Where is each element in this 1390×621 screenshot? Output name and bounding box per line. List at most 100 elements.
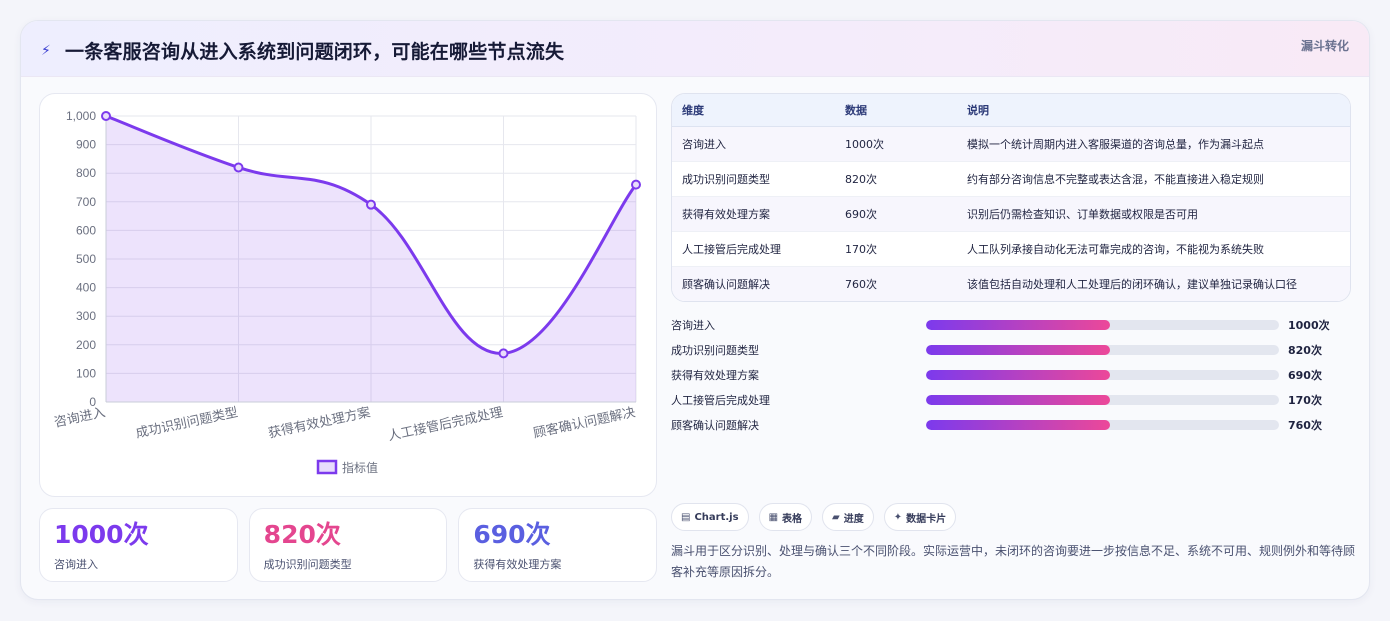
y-tick-label: 500 (76, 252, 96, 266)
progress-row: 获得有效处理方案 690次 (671, 363, 1351, 388)
table-cell: 识别后仍需检查知识、订单数据或权限是否可用 (957, 196, 1350, 232)
progress-value: 760次 (1288, 419, 1322, 432)
chip-data-card[interactable]: ✦ 数据卡片 (883, 503, 957, 531)
x-tick-label: 获得有效处理方案 (267, 404, 372, 441)
progress-row: 顾客确认问题解决 760次 (671, 413, 1351, 438)
data-point (233, 162, 244, 173)
column-header: 说明 (957, 94, 1350, 127)
kpi-label: 获得有效处理方案 (473, 558, 562, 571)
kpi-cards: 1000次 咨询进入 820次 成功识别问题类型 690次 获得有效处理方案 (39, 508, 658, 582)
kpi-value: 1000次 (54, 520, 149, 549)
table-row: 顾客确认问题解决 760次 该值包括自动处理和人工处理后的闭环确认，建议单独记录… (672, 266, 1350, 301)
y-tick-label: 700 (76, 195, 96, 209)
y-tick-label: 300 (76, 309, 96, 323)
column-header: 维度 (672, 94, 835, 127)
page-title: 一条客服咨询从进入系统到问题闭环，可能在哪些节点流失 (65, 41, 565, 63)
table-row: 咨询进入 1000次 模拟一个统计周期内进入客服渠道的咨询总量，作为漏斗起点 (672, 126, 1350, 162)
chip-label: Chart.js (694, 511, 739, 523)
progress-label: 顾客确认问题解决 (671, 419, 759, 432)
progress-icon: ▰ (832, 511, 840, 523)
funnel-card: ⚡ 一条客服咨询从进入系统到问题闭环，可能在哪些节点流失 漏斗转化 0 100 20… (20, 20, 1370, 600)
table-header-row: 维度 数据 说明 (672, 94, 1350, 127)
chip-label: 表格 (782, 513, 803, 525)
kpi-label: 成功识别问题类型 (263, 558, 352, 571)
kpi-card-1: 1000次 咨询进入 (39, 508, 238, 582)
progress-fill (926, 345, 1110, 355)
data-table-panel: 维度 数据 说明 咨询进入 1000次 模拟一个统计周期内进入客服渠道的咨询总量… (671, 93, 1351, 302)
progress-fill (926, 395, 1110, 405)
table-cell: 成功识别问题类型 (672, 161, 835, 197)
table-icon: ▦ (768, 511, 779, 523)
y-tick-label: 900 (76, 138, 96, 152)
kpi-label: 咨询进入 (54, 558, 98, 571)
chip-label: 进度 (843, 513, 864, 525)
progress-row: 成功识别问题类型 820次 (671, 338, 1351, 363)
progress-list: 咨询进入 1000次 成功识别问题类型 820次 获得有效处理方案 690次 人… (671, 313, 1351, 438)
table-row: 成功识别问题类型 820次 约有部分咨询信息不完整或表达含混，不能直接进入稳定规… (672, 161, 1350, 197)
chip-table[interactable]: ▦ 表格 (758, 503, 813, 531)
kpi-value: 820次 (263, 520, 341, 549)
progress-fill (926, 370, 1110, 380)
progress-value: 690次 (1288, 369, 1322, 382)
table-cell: 1000次 (835, 126, 957, 162)
chart-icon: ▤ (681, 511, 691, 523)
category-tag: 漏斗转化 (1300, 39, 1349, 53)
table-cell: 760次 (845, 277, 877, 291)
progress-value: 820次 (1288, 344, 1322, 357)
table-cell: 获得有效处理方案 (672, 196, 835, 232)
table-cell: 人工接管后完成处理 (672, 231, 835, 267)
table-cell: 820次 (835, 161, 957, 197)
chip-progress[interactable]: ▰ 进度 (822, 503, 874, 531)
data-point (101, 111, 111, 121)
line-chart-panel: 0 100 200 300 400 500 600 700 800 900 1,000 咨询进入 成功识… (39, 93, 657, 497)
table-row: 人工接管后完成处理 170次 人工队列承接自动化无法可靠完成的咨询，不能视为系统… (672, 231, 1350, 267)
y-tick-label: 800 (76, 166, 96, 180)
table-cell: 咨询进入 (672, 126, 835, 162)
feature-chips: ▤ Chart.js ▦ 表格 ▰ 进度 ✦ 数据卡片 (671, 503, 957, 531)
table-cell: 690次 (835, 196, 957, 232)
y-tick-label: 600 (76, 223, 96, 237)
chip-chartjs[interactable]: ▤ Chart.js (671, 503, 749, 531)
progress-track (926, 395, 1279, 405)
progress-row: 人工接管后完成处理 170次 (671, 388, 1351, 413)
table-cell: 170次 (835, 231, 957, 267)
table-cell: 该值包括自动处理和人工处理后的闭环确认，建议单独记录确认口径 (967, 277, 1297, 291)
data-table: 维度 数据 说明 咨询进入 1000次 模拟一个统计周期内进入客服渠道的咨询总量… (672, 94, 1350, 301)
progress-track (926, 345, 1279, 355)
progress-value: 170次 (1288, 394, 1322, 407)
y-tick-label: 400 (76, 281, 96, 295)
data-point (498, 348, 509, 359)
y-tick-label: 1,000 (66, 109, 96, 123)
kpi-value: 690次 (473, 520, 551, 549)
progress-label: 成功识别问题类型 (671, 344, 759, 357)
table-cell: 人工队列承接自动化无法可靠完成的咨询，不能视为系统失败 (957, 231, 1350, 267)
legend-swatch (316, 459, 338, 475)
title-wrap: ⚡ 一条客服咨询从进入系统到问题闭环，可能在哪些节点流失 (41, 37, 564, 64)
table-cell: 顾客确认问题解决 (682, 277, 770, 291)
x-tick-label: 咨询进入 (53, 405, 107, 430)
line-chart[interactable]: 01002003004005006007008009001,000咨询进入 成功识… (40, 94, 658, 498)
column-header: 数据 (835, 94, 957, 127)
card-header: ⚡ 一条客服咨询从进入系统到问题闭环，可能在哪些节点流失 漏斗转化 (21, 21, 1369, 77)
progress-label: 人工接管后完成处理 (671, 394, 770, 407)
kpi-card-3: 690次 获得有效处理方案 (458, 508, 658, 582)
lightning-icon: ⚡ (41, 42, 51, 59)
progress-value: 1000次 (1288, 319, 1330, 332)
y-tick-label: 200 (76, 338, 96, 352)
kpi-card-2: 820次 成功识别问题类型 (248, 508, 448, 582)
x-tick-label: 人工接管后完成处理 (387, 404, 505, 444)
summary-note: 漏斗用于区分识别、处理与确认三个不同阶段。实际运营中，未闭环的咨询要进一步按信息… (671, 544, 1356, 579)
progress-fill (926, 420, 1110, 430)
progress-label: 获得有效处理方案 (671, 369, 759, 382)
progress-track (926, 370, 1279, 380)
table-cell: 模拟一个统计周期内进入客服渠道的咨询总量，作为漏斗起点 (957, 126, 1350, 162)
x-tick-label: 顾客确认问题解决 (532, 404, 637, 441)
y-tick-label: 100 (76, 366, 96, 380)
progress-track (926, 420, 1279, 430)
data-point (366, 199, 376, 210)
legend-label: 指标值 (342, 460, 378, 475)
x-tick-label: 成功识别问题类型 (134, 405, 239, 441)
table-cell: 约有部分咨询信息不完整或表达含混，不能直接进入稳定规则 (957, 161, 1350, 197)
progress-fill (926, 320, 1110, 330)
data-point (631, 179, 641, 190)
